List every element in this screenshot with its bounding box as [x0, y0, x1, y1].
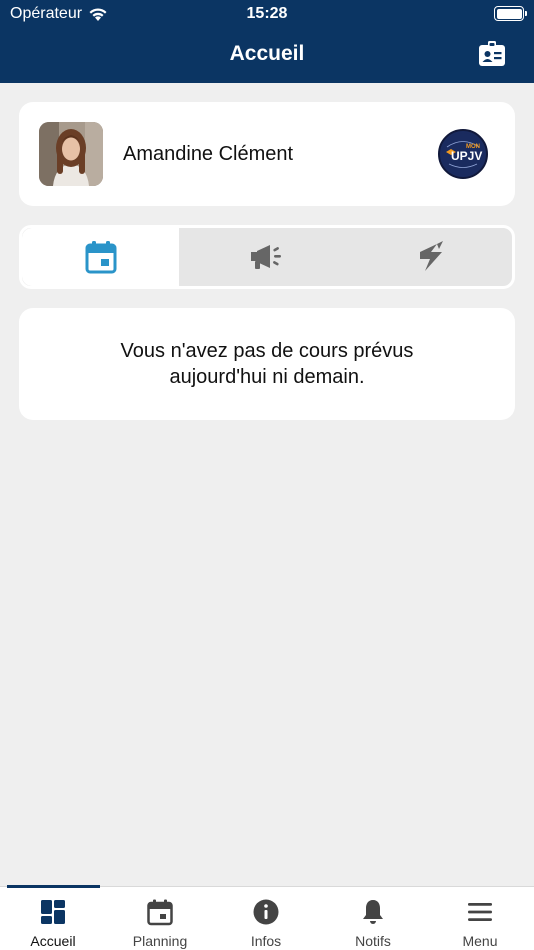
id-badge-icon [479, 41, 505, 66]
nav-item-notifs[interactable]: Notifs [320, 887, 426, 950]
nav-item-infos[interactable]: Infos [213, 887, 319, 950]
calendar-icon [85, 241, 116, 274]
battery-icon [494, 6, 527, 21]
clock: 15:28 [246, 5, 288, 22]
nav-item-accueil[interactable]: Accueil [0, 887, 106, 950]
id-badge-button[interactable] [478, 40, 506, 68]
dashboard-icon [41, 900, 65, 924]
nav-label: Notifs [355, 933, 391, 949]
megaphone-icon [251, 245, 281, 269]
bell-icon [363, 900, 383, 924]
menu-icon [468, 903, 492, 921]
nav-item-planning[interactable]: Planning [107, 887, 213, 950]
profile-card[interactable]: Amandine Clément MON UPJV [19, 102, 515, 206]
tab-flash[interactable] [352, 228, 512, 286]
user-name: Amandine Clément [123, 143, 294, 165]
upjv-logo: MON UPJV [438, 129, 488, 179]
tab-schedule[interactable] [22, 228, 179, 286]
empty-state-card: Vous n'avez pas de cours prévus aujourd'… [19, 308, 515, 420]
flash-icon [420, 241, 443, 271]
page-title: Accueil [229, 42, 305, 65]
info-icon [253, 899, 279, 925]
nav-label: Menu [462, 933, 498, 949]
top-bar: Opérateur 15:28 Accueil [0, 0, 534, 83]
empty-state-message: Vous n'avez pas de cours prévus aujourd'… [120, 340, 414, 388]
tab-announcements[interactable] [182, 228, 352, 286]
nav-item-menu[interactable]: Menu [427, 887, 533, 950]
feed-tabs [19, 225, 515, 289]
nav-label: Planning [132, 933, 188, 949]
bottom-nav: Accueil Planning Infos Notifs Menu [0, 885, 534, 950]
calendar-icon [147, 899, 173, 926]
avatar [39, 122, 103, 186]
svg-text:UPJV: UPJV [451, 149, 482, 163]
nav-label: Infos [250, 933, 282, 949]
status-bar: Opérateur 15:28 [0, 0, 534, 28]
nav-label: Accueil [30, 933, 76, 949]
